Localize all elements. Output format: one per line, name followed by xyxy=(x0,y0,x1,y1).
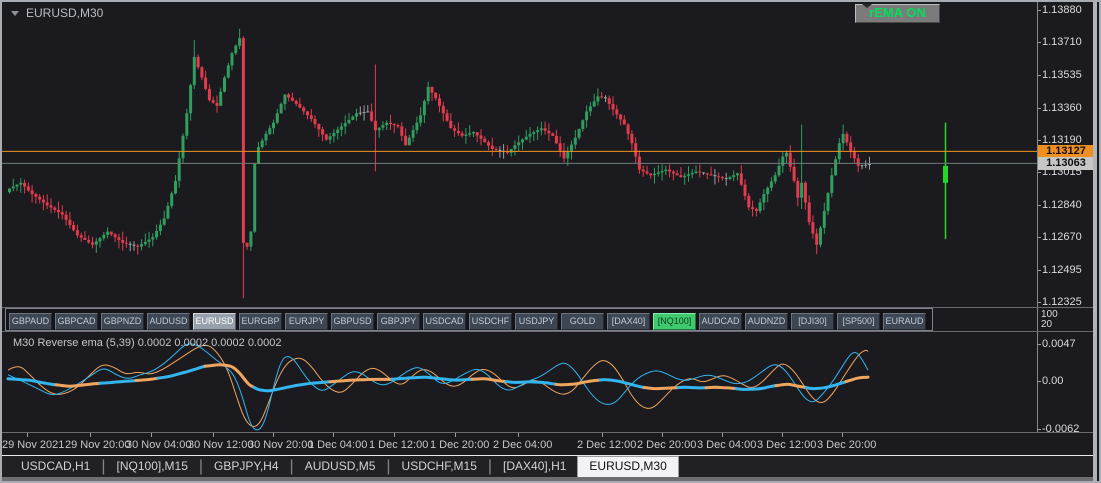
time-tick xyxy=(722,433,723,437)
chart-symbol-label: EURUSD,M30 xyxy=(26,6,104,20)
symbol-button-usdchf[interactable]: USDCHF xyxy=(469,313,512,330)
chart-tab-audusd-m5[interactable]: AUDUSD,M5 xyxy=(294,456,387,477)
time-tick-label: 3 Dec 12:00 xyxy=(757,439,817,451)
time-tick-label: 1 Dec 04:00 xyxy=(308,439,368,451)
reverse-ema-fast-line xyxy=(7,344,869,427)
chart-tab-usdchf-m15[interactable]: USDCHF,M15 xyxy=(391,456,488,477)
indicator-scale-values: 100 20 xyxy=(1041,310,1058,330)
indicator-tick-label: 0.0047 xyxy=(1042,338,1076,350)
symbol-button-usdjpy[interactable]: USDJPY xyxy=(515,313,558,330)
time-tick-label: 2 Dec 04:00 xyxy=(493,439,553,451)
time-tick-label: 1 Dec 12:00 xyxy=(369,439,429,451)
symbol-button-gbpaud[interactable]: GBPAUD xyxy=(9,313,52,330)
symbol-button-eurjpy[interactable]: EURJPY xyxy=(285,313,328,330)
time-tick xyxy=(394,433,395,437)
rema-button-notch-icon xyxy=(862,4,872,8)
time-tick-label: 3 Dec 04:00 xyxy=(697,439,757,451)
chart-tab-usdcad-h1[interactable]: USDCAD,H1 xyxy=(10,456,101,477)
symbol-button-euraud[interactable]: EURAUD xyxy=(883,313,926,330)
symbol-button-dji30[interactable]: [DJI30] xyxy=(791,313,834,330)
indicator-tick-label: 0.00 xyxy=(1042,375,1064,387)
symbol-button-gbpcad[interactable]: GBPCAD xyxy=(55,313,98,330)
candlestick-chart[interactable] xyxy=(2,2,1037,307)
window-border-left xyxy=(0,0,2,483)
symbol-button-usdcad[interactable]: USDCAD xyxy=(423,313,466,330)
symbol-button-gbpusd[interactable]: GBPUSD xyxy=(331,313,374,330)
price-tick-label: 1.12840 xyxy=(1042,199,1082,211)
indicator-tick xyxy=(1037,429,1041,430)
time-tick-label: 30 Nov 04:00 xyxy=(126,439,192,451)
price-tick-label: 1.13710 xyxy=(1042,36,1082,48)
chart-tab-gbpjpy-h4[interactable]: GBPJPY,H4 xyxy=(203,456,289,477)
symbol-button-eurgbp[interactable]: EURGBP xyxy=(239,313,282,330)
indicator-signal-line xyxy=(6,363,870,393)
time-tick xyxy=(518,433,519,437)
time-tick xyxy=(151,433,152,437)
symbol-button-gbpjpy[interactable]: GBPJPY xyxy=(377,313,420,330)
time-tick-label: 30 Nov 20:00 xyxy=(248,439,314,451)
terminal-window: EURUSD,M30 rEMA ON 1.13880 1.13710 1.13535… xyxy=(0,0,1101,483)
time-tick-label: 2 Dec 20:00 xyxy=(637,439,697,451)
indicator-tick xyxy=(1037,344,1041,345)
time-tick xyxy=(602,433,603,437)
symbol-button-gbpnzd[interactable]: GBPNZD xyxy=(101,313,144,330)
time-tick xyxy=(782,433,783,437)
time-tick xyxy=(333,433,334,437)
symbol-button-sp500[interactable]: [SP500] xyxy=(837,313,880,330)
symbol-button-audnzd[interactable]: AUDNZD xyxy=(745,313,788,330)
scale-value-20: 20 xyxy=(1041,319,1053,330)
time-tick-label: 1 Dec 20:00 xyxy=(430,439,490,451)
time-tick xyxy=(90,433,91,437)
time-tick xyxy=(842,433,843,437)
price-lines xyxy=(2,150,1037,164)
symbol-button-dax40[interactable]: [DAX40] xyxy=(607,313,650,330)
time-tick-label: 29 Nov 20:00 xyxy=(65,439,131,451)
chart-tab-eurusd-m30[interactable]: EURUSD,M30 xyxy=(577,456,679,477)
symbol-button-audusd[interactable]: AUDUSD xyxy=(147,313,190,330)
price-tick-label: 1.12670 xyxy=(1042,231,1082,243)
price-tick-label: 1.12495 xyxy=(1042,264,1082,276)
chart-title: EURUSD,M30 xyxy=(11,6,103,20)
chart-tab-bar: USDCAD,H1 | [NQ100],M15 | GBPJPY,H4 | AUDUSD,M… xyxy=(2,456,1097,477)
price-tick-label: 1.13880 xyxy=(1042,4,1082,16)
symbol-button-nq100[interactable]: [NQ100] xyxy=(653,313,696,330)
indicator-tick-label: -0.0062 xyxy=(1042,423,1080,435)
symbol-quick-bar: GBPAUD GBPCAD GBPNZD AUDUSD EURUSD EURGBP EURJ… xyxy=(5,308,933,331)
symbol-button-audcad[interactable]: AUDCAD xyxy=(699,313,742,330)
time-tick-label: 29 Nov 2021 xyxy=(2,439,65,451)
price-tick-label: 1.13360 xyxy=(1042,102,1082,114)
chart-tab--dax40--h1[interactable]: [DAX40],H1 xyxy=(492,456,577,477)
symbol-button-gold[interactable]: GOLD xyxy=(561,313,604,330)
indicator-tick xyxy=(1037,381,1041,382)
symbolbar-indicator-divider xyxy=(2,331,1097,332)
time-tick xyxy=(213,433,214,437)
window-border-top xyxy=(0,0,1101,2)
time-tick-label: 2 Dec 12:00 xyxy=(577,439,637,451)
chart-tab--nq100--m15[interactable]: [NQ100],M15 xyxy=(106,456,199,477)
price-tick-label: 1.13535 xyxy=(1042,69,1082,81)
symbol-button-eurusd[interactable]: EURUSD xyxy=(193,313,236,330)
time-tick xyxy=(455,433,456,437)
chevron-down-icon[interactable] xyxy=(11,10,19,16)
live-candle xyxy=(943,122,948,240)
bid-price-label: 1.13063 xyxy=(1038,157,1094,170)
time-tick xyxy=(273,433,274,437)
window-right-edge xyxy=(1093,2,1097,481)
time-tick-label: 30 Nov 12:00 xyxy=(188,439,254,451)
reverse-ema-slow-line xyxy=(7,343,869,431)
axis-separator-line xyxy=(1037,2,1038,433)
time-tick xyxy=(662,433,663,437)
indicator-name-label: M30 Reverse ema (5,39) 0.0002 0.0002 0.0… xyxy=(13,337,282,349)
time-tick-label: 3 Dec 20:00 xyxy=(817,439,877,451)
indicator-timeaxis-divider xyxy=(2,432,1097,433)
time-tick xyxy=(27,433,28,437)
indicator-thin-lines xyxy=(7,343,869,431)
